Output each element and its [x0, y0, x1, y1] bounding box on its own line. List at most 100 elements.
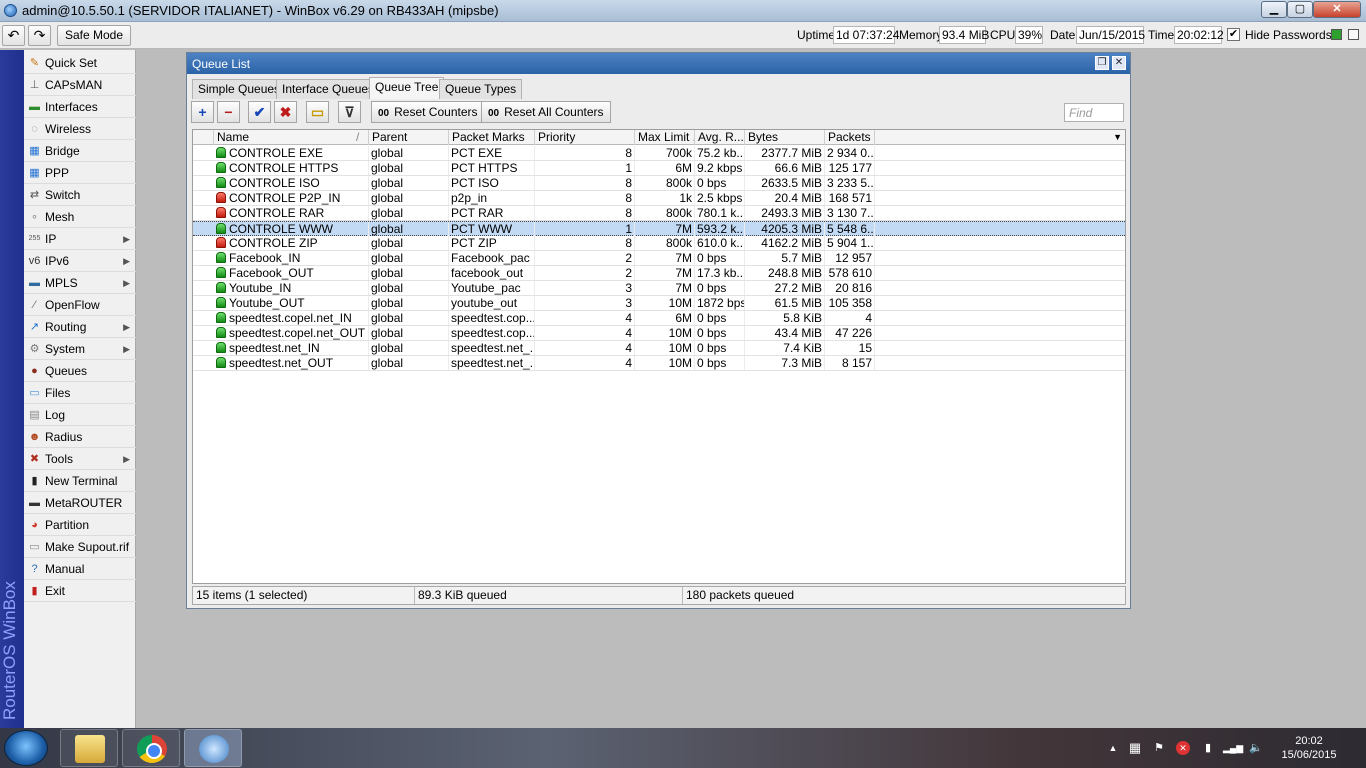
- column-header-packets[interactable]: Packets: [825, 130, 875, 145]
- menu-item-metarouter[interactable]: ▬ MetaROUTER: [24, 492, 136, 514]
- taskbar-explorer-button[interactable]: [60, 729, 118, 767]
- cell-name: CONTROLE HTTPS: [214, 161, 369, 175]
- column-chooser-dropdown-icon[interactable]: ▼: [1113, 130, 1122, 144]
- menu-item-make-supout-rif[interactable]: ▭ Make Supout.rif: [24, 536, 136, 558]
- reset-all-counters-label: Reset All Counters: [504, 105, 604, 119]
- battery-icon[interactable]: ▮: [1201, 741, 1215, 755]
- enable-icon[interactable]: ✔: [248, 101, 271, 123]
- terminal-icon: ▮: [31, 475, 38, 487]
- table-row[interactable]: speedtest.copel.net_IN global speedtest.co…: [193, 311, 1125, 326]
- queue-list-titlebar[interactable]: Queue List ❐ ✕: [187, 53, 1130, 74]
- table-row[interactable]: Youtube_OUT global youtube_out 3 10M 1872 bps…: [193, 296, 1125, 311]
- safe-mode-button[interactable]: Safe Mode: [57, 25, 131, 46]
- show-hidden-icons-icon[interactable]: ▲: [1106, 741, 1120, 755]
- menu-item-ipv6[interactable]: v6 IPv6 ▶: [24, 250, 136, 272]
- clock[interactable]: 20:02 15/06/2015: [1276, 734, 1342, 762]
- menu-item-files[interactable]: ▭ Files: [24, 382, 136, 404]
- minimize-button[interactable]: ▁: [1261, 1, 1287, 18]
- remove-icon[interactable]: −: [217, 101, 240, 123]
- menu-item-interfaces[interactable]: ▬ Interfaces: [24, 96, 136, 118]
- cell-avg: 0 bps: [695, 251, 745, 265]
- start-button[interactable]: [4, 730, 48, 766]
- close-window-icon[interactable]: ✕: [1112, 56, 1126, 70]
- menu-item-system[interactable]: ⚙ System ▶: [24, 338, 136, 360]
- comment-icon[interactable]: ▭: [306, 101, 329, 123]
- close-button[interactable]: ✕: [1313, 1, 1361, 18]
- column-header-select[interactable]: [193, 130, 214, 145]
- action-center-icon[interactable]: ⚑: [1152, 741, 1166, 755]
- filter-icon[interactable]: ⊽: [338, 101, 361, 123]
- redo-button[interactable]: ↷: [28, 25, 51, 46]
- queue-green-status-icon: [216, 147, 226, 158]
- table-row[interactable]: CONTROLE WWW global PCT WWW 1 7M 593.2 k... 42…: [193, 221, 1125, 236]
- menu-item-tools[interactable]: ✖ Tools ▶: [24, 448, 136, 470]
- column-header-avg-rate[interactable]: Avg. R...: [695, 130, 745, 145]
- tab-queue-types[interactable]: Queue Types: [439, 79, 523, 99]
- cell-parent: global: [369, 281, 449, 295]
- volume-icon[interactable]: 🔈: [1249, 741, 1263, 755]
- table-row[interactable]: CONTROLE EXE global PCT EXE 8 700k 75.2 kb...…: [193, 146, 1125, 161]
- column-header-max-limit[interactable]: Max Limit ...: [635, 130, 695, 145]
- table-row[interactable]: CONTROLE ISO global PCT ISO 8 800k 0 bps 2633.…: [193, 176, 1125, 191]
- taskbar-winbox-button[interactable]: [184, 729, 242, 767]
- menu-item-mesh[interactable]: ∘ Mesh: [24, 206, 136, 228]
- taskbar-chrome-button[interactable]: [122, 729, 180, 767]
- column-header-parent[interactable]: Parent: [369, 130, 449, 145]
- network-signal-icon[interactable]: ▂▄▆: [1223, 741, 1243, 755]
- menu-item-quick-set[interactable]: ✎ Quick Set: [24, 52, 136, 74]
- table-row[interactable]: speedtest.net_IN global speedtest.net_... 4…: [193, 341, 1125, 356]
- disable-icon[interactable]: ✖: [274, 101, 297, 123]
- cell-bytes: 5.8 KiB: [745, 311, 825, 325]
- table-row[interactable]: CONTROLE P2P_IN global p2p_in 8 1k 2.5 kbps 20…: [193, 191, 1125, 206]
- menu-item-ip[interactable]: 255 IP ▶: [24, 228, 136, 250]
- table-row[interactable]: CONTROLE HTTPS global PCT HTTPS 1 6M 9.2 kbps…: [193, 161, 1125, 176]
- tab-queue-tree[interactable]: Queue Tree: [369, 77, 445, 99]
- cell-packets: 4: [825, 311, 875, 325]
- cell-priority: 4: [535, 341, 635, 355]
- queue-green-status-icon: [216, 297, 226, 308]
- table-row[interactable]: Facebook_IN global Facebook_pac 2 7M 0 bps 5.7…: [193, 251, 1125, 266]
- windows-grid-icon[interactable]: ▦: [1128, 741, 1142, 755]
- menu-item-wireless[interactable]: ◌ Wireless: [24, 118, 136, 140]
- find-input[interactable]: Find: [1064, 103, 1124, 122]
- tab-interface-queues[interactable]: Interface Queues: [276, 79, 381, 99]
- menu-item-mpls[interactable]: ▬ MPLS ▶: [24, 272, 136, 294]
- menu-item-manual[interactable]: ? Manual: [24, 558, 136, 580]
- cell-max: 6M: [635, 161, 695, 175]
- table-row[interactable]: speedtest.copel.net_OUT global speedtest.c…: [193, 326, 1125, 341]
- column-header-packet-marks[interactable]: Packet Marks: [449, 130, 535, 145]
- menu-item-bridge[interactable]: ▦ Bridge: [24, 140, 136, 162]
- reset-counters-button[interactable]: 00 Reset Counters: [371, 101, 485, 123]
- table-row[interactable]: Youtube_IN global Youtube_pac 3 7M 0 bps 27.2 …: [193, 281, 1125, 296]
- menu-item-switch[interactable]: ⇄ Switch: [24, 184, 136, 206]
- menu-item-radius[interactable]: ☻ Radius: [24, 426, 136, 448]
- reset-all-counters-button[interactable]: 00 Reset All Counters: [481, 101, 611, 123]
- menu-item-capsman[interactable]: ⊥ CAPsMAN: [24, 74, 136, 96]
- menu-item-new-terminal[interactable]: ▮ New Terminal: [24, 470, 136, 492]
- menu-item-partition[interactable]: ◕ Partition: [24, 514, 136, 536]
- antivirus-alert-icon[interactable]: ✕: [1176, 741, 1190, 755]
- column-header-priority[interactable]: Priority: [535, 130, 635, 145]
- column-header-bytes[interactable]: Bytes: [745, 130, 825, 145]
- table-row[interactable]: CONTROLE RAR global PCT RAR 8 800k 780.1 k...…: [193, 206, 1125, 221]
- hide-passwords-checkbox[interactable]: ✔: [1227, 28, 1240, 41]
- menu-item-openflow[interactable]: ⁄ OpenFlow: [24, 294, 136, 316]
- table-row[interactable]: CONTROLE ZIP global PCT ZIP 8 800k 610.0 k...…: [193, 236, 1125, 251]
- tools-icon: ✖: [29, 453, 40, 465]
- column-header-name[interactable]: Name /: [214, 130, 369, 145]
- cell-avg: 9.2 kbps: [695, 161, 745, 175]
- menu-item-routing[interactable]: ↗ Routing ▶: [24, 316, 136, 338]
- menu-item-exit[interactable]: ▮ Exit: [24, 580, 136, 602]
- menu-item-ppp[interactable]: ▦ PPP: [24, 162, 136, 184]
- add-icon[interactable]: +: [191, 101, 214, 123]
- tab-simple-queues[interactable]: Simple Queues: [192, 79, 287, 99]
- menu-item-label: System: [45, 342, 86, 356]
- maximize-button[interactable]: ▢: [1287, 1, 1313, 18]
- cell-priority: 8: [535, 206, 635, 220]
- table-row[interactable]: Facebook_OUT global facebook_out 2 7M 17.3 kb…: [193, 266, 1125, 281]
- table-row[interactable]: speedtest.net_OUT global speedtest.net_...…: [193, 356, 1125, 371]
- menu-item-queues[interactable]: ● Queues: [24, 360, 136, 382]
- undo-button[interactable]: ↶: [2, 25, 25, 46]
- restore-window-icon[interactable]: ❐: [1095, 56, 1109, 70]
- menu-item-log[interactable]: ▤ Log: [24, 404, 136, 426]
